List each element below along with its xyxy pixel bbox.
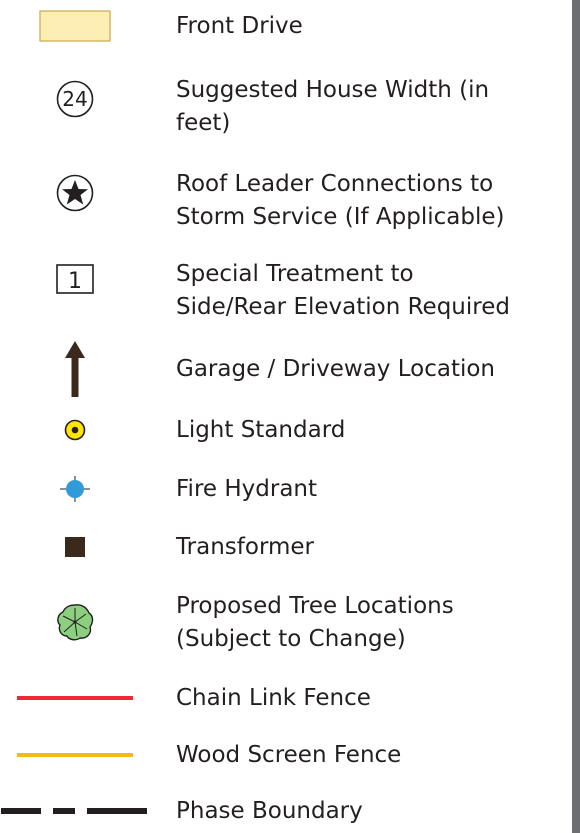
legend-label-house-width-line-1: Suggested House Width (in [176,77,490,103]
legend-row-roof-leader: Roof Leader Connections to Storm Service… [0,168,572,238]
legend-label-house-width-line-2: feet) [176,110,231,136]
legend-label-transformer: Transformer [176,534,315,560]
legend-label-light-standard: Light Standard [176,417,346,443]
chain-link-fence-line [0,681,150,715]
legend-label-phase-boundary: Phase Boundary [176,798,363,824]
legend-row-special-treatment: 1 Special Treatment to Side/Rear Elevati… [0,258,572,328]
legend-row-phase-boundary: Phase Boundary [0,796,572,832]
legend-row-light-standard: Light Standard [0,413,572,449]
special-treatment-number: 1 [68,269,82,294]
legend-label-roof-leader-line-2: Storm Service (If Applicable) [176,204,505,230]
legend-label-tree-line-2: (Subject to Change) [176,626,406,652]
legend-label-house-width: Suggested House Width (in feet) [176,74,489,140]
light-standard-icon [0,413,150,447]
legend-label-front-drive: Front Drive [176,13,303,39]
legend-label-roof-leader-line-1: Roof Leader Connections to [176,171,494,197]
legend-label-tree-line-1: Proposed Tree Locations [176,593,454,619]
phase-boundary-dashed-line [0,796,150,826]
right-border [572,0,580,833]
legend-label-special-treatment-line-2: Side/Rear Elevation Required [176,294,510,320]
tree-icon [0,602,150,642]
legend-row-wood-screen-fence: Wood Screen Fence [0,738,572,774]
map-legend: Front Drive 24 Suggested House Width (in… [0,0,572,833]
legend-label-garage: Garage / Driveway Location [176,356,496,382]
legend-label-special-treatment-line-1: Special Treatment to [176,261,414,287]
legend-row-house-width: 24 Suggested House Width (in feet) [0,74,572,144]
house-width-value: 24 [62,87,87,111]
arrow-up-icon [0,340,150,398]
fire-hydrant-icon [0,472,150,506]
legend-label-fire-hydrant: Fire Hydrant [176,476,318,502]
legend-row-transformer: Transformer [0,530,572,566]
legend-label-roof-leader: Roof Leader Connections to Storm Service… [176,168,505,234]
legend-label-special-treatment: Special Treatment to Side/Rear Elevation… [176,258,510,324]
legend-row-garage: Garage / Driveway Location [0,340,572,400]
legend-row-fire-hydrant: Fire Hydrant [0,472,572,508]
star-circle-icon [0,173,150,213]
legend-row-front-drive: Front Drive [0,6,572,46]
legend-label-tree: Proposed Tree Locations (Subject to Chan… [176,590,454,656]
legend-row-chain-link-fence: Chain Link Fence [0,681,572,717]
legend-label-chain-link-fence: Chain Link Fence [176,685,371,711]
house-width-circle-icon: 24 [0,79,150,119]
transformer-icon [0,530,150,564]
legend-row-tree: Proposed Tree Locations (Subject to Chan… [0,590,572,660]
front-drive-swatch [0,6,150,46]
numbered-box-icon: 1 [0,260,150,300]
legend-label-wood-screen-fence: Wood Screen Fence [176,742,402,768]
wood-screen-fence-line [0,738,150,772]
